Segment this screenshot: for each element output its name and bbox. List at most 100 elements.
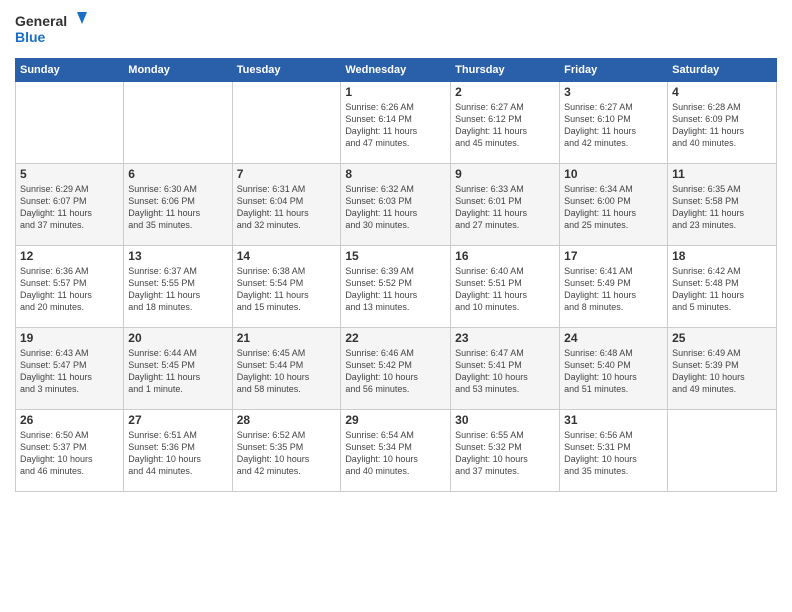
calendar-cell xyxy=(668,410,777,492)
calendar-cell: 31 Sunrise: 6:56 AM Sunset: 5:31 PM Dayli… xyxy=(560,410,668,492)
day-info: Sunrise: 6:55 AM Sunset: 5:32 PM Dayligh… xyxy=(455,429,555,478)
week-row-1: 1Sunrise: 6:26 AM Sunset: 6:14 PM Daylig… xyxy=(16,82,777,164)
day-info: Sunrise: 6:50 AM Sunset: 5:37 PM Dayligh… xyxy=(20,429,119,478)
calendar-cell: 29Sunrise: 6:54 AM Sunset: 5:34 PM Dayli… xyxy=(341,410,451,492)
week-row-4: 19 Sunrise: 6:43 AM Sunset: 5:47 PM Dayli… xyxy=(16,328,777,410)
day-info: Sunrise: 6:36 AM Sunset: 5:57 PM Dayligh… xyxy=(20,265,119,314)
calendar-cell: 1Sunrise: 6:26 AM Sunset: 6:14 PM Daylig… xyxy=(341,82,451,164)
day-info: Sunrise: 6:48 AM Sunset: 5:40 PM Dayligh… xyxy=(564,347,663,396)
day-info: Sunrise: 6:27 AM Sunset: 6:10 PM Dayligh… xyxy=(564,101,663,150)
day-info: Sunrise: 6:34 AM Sunset: 6:00 PM Dayligh… xyxy=(564,183,663,232)
day-number: 9 xyxy=(455,167,555,181)
day-number: 26 xyxy=(20,413,119,427)
calendar-cell: 18 Sunrise: 6:42 AM Sunset: 5:48 PM Dayli… xyxy=(668,246,777,328)
day-number: 3 xyxy=(564,85,663,99)
calendar-cell: 23 Sunrise: 6:47 AM Sunset: 5:41 PM Dayli… xyxy=(451,328,560,410)
day-number: 5 xyxy=(20,167,119,181)
weekday-header-tuesday: Tuesday xyxy=(232,59,341,82)
weekday-header-thursday: Thursday xyxy=(451,59,560,82)
day-info: Sunrise: 6:35 AM Sunset: 5:58 PM Dayligh… xyxy=(672,183,772,232)
day-number: 25 xyxy=(672,331,772,345)
day-info: Sunrise: 6:32 AM Sunset: 6:03 PM Dayligh… xyxy=(345,183,446,232)
calendar-cell: 11Sunrise: 6:35 AM Sunset: 5:58 PM Dayli… xyxy=(668,164,777,246)
calendar-cell: 5 Sunrise: 6:29 AM Sunset: 6:07 PM Daylig… xyxy=(16,164,124,246)
calendar-cell: 6Sunrise: 6:30 AM Sunset: 6:06 PM Daylig… xyxy=(124,164,232,246)
calendar-cell: 27 Sunrise: 6:51 AM Sunset: 5:36 PM Dayli… xyxy=(124,410,232,492)
day-info: Sunrise: 6:45 AM Sunset: 5:44 PM Dayligh… xyxy=(237,347,337,396)
day-info: Sunrise: 6:42 AM Sunset: 5:48 PM Dayligh… xyxy=(672,265,772,314)
day-number: 19 xyxy=(20,331,119,345)
day-info: Sunrise: 6:27 AM Sunset: 6:12 PM Dayligh… xyxy=(455,101,555,150)
calendar-cell: 14 Sunrise: 6:38 AM Sunset: 5:54 PM Dayli… xyxy=(232,246,341,328)
day-number: 4 xyxy=(672,85,772,99)
day-number: 1 xyxy=(345,85,446,99)
calendar-cell: 21 Sunrise: 6:45 AM Sunset: 5:44 PM Dayli… xyxy=(232,328,341,410)
day-number: 21 xyxy=(237,331,337,345)
weekday-header-monday: Monday xyxy=(124,59,232,82)
logo-svg: GeneralBlue xyxy=(15,10,95,50)
day-number: 30 xyxy=(455,413,555,427)
calendar-cell: 16 Sunrise: 6:40 AM Sunset: 5:51 PM Dayli… xyxy=(451,246,560,328)
calendar-cell: 12Sunrise: 6:36 AM Sunset: 5:57 PM Dayli… xyxy=(16,246,124,328)
day-info: Sunrise: 6:47 AM Sunset: 5:41 PM Dayligh… xyxy=(455,347,555,396)
calendar-cell: 3 Sunrise: 6:27 AM Sunset: 6:10 PM Daylig… xyxy=(560,82,668,164)
logo: GeneralBlue xyxy=(15,10,95,50)
day-number: 31 xyxy=(564,413,663,427)
day-info: Sunrise: 6:40 AM Sunset: 5:51 PM Dayligh… xyxy=(455,265,555,314)
day-info: Sunrise: 6:39 AM Sunset: 5:52 PM Dayligh… xyxy=(345,265,446,314)
calendar-table: SundayMondayTuesdayWednesdayThursdayFrid… xyxy=(15,58,777,492)
week-row-2: 5 Sunrise: 6:29 AM Sunset: 6:07 PM Daylig… xyxy=(16,164,777,246)
weekday-header-sunday: Sunday xyxy=(16,59,124,82)
day-number: 15 xyxy=(345,249,446,263)
calendar-cell: 22 Sunrise: 6:46 AM Sunset: 5:42 PM Dayli… xyxy=(341,328,451,410)
day-number: 27 xyxy=(128,413,227,427)
weekday-header-row: SundayMondayTuesdayWednesdayThursdayFrid… xyxy=(16,59,777,82)
day-number: 13 xyxy=(128,249,227,263)
day-info: Sunrise: 6:41 AM Sunset: 5:49 PM Dayligh… xyxy=(564,265,663,314)
calendar-cell: 30 Sunrise: 6:55 AM Sunset: 5:32 PM Dayli… xyxy=(451,410,560,492)
calendar-cell xyxy=(232,82,341,164)
day-number: 28 xyxy=(237,413,337,427)
calendar-cell: 10Sunrise: 6:34 AM Sunset: 6:00 PM Dayli… xyxy=(560,164,668,246)
day-info: Sunrise: 6:31 AM Sunset: 6:04 PM Dayligh… xyxy=(237,183,337,232)
calendar-cell: 7 Sunrise: 6:31 AM Sunset: 6:04 PM Daylig… xyxy=(232,164,341,246)
day-number: 2 xyxy=(455,85,555,99)
day-info: Sunrise: 6:51 AM Sunset: 5:36 PM Dayligh… xyxy=(128,429,227,478)
day-number: 20 xyxy=(128,331,227,345)
calendar-cell: 24 Sunrise: 6:48 AM Sunset: 5:40 PM Dayli… xyxy=(560,328,668,410)
calendar-cell: 9 Sunrise: 6:33 AM Sunset: 6:01 PM Daylig… xyxy=(451,164,560,246)
week-row-3: 12Sunrise: 6:36 AM Sunset: 5:57 PM Dayli… xyxy=(16,246,777,328)
day-number: 22 xyxy=(345,331,446,345)
day-number: 18 xyxy=(672,249,772,263)
calendar-cell: 17 Sunrise: 6:41 AM Sunset: 5:49 PM Dayli… xyxy=(560,246,668,328)
day-info: Sunrise: 6:52 AM Sunset: 5:35 PM Dayligh… xyxy=(237,429,337,478)
calendar-cell: 15 Sunrise: 6:39 AM Sunset: 5:52 PM Dayli… xyxy=(341,246,451,328)
day-number: 14 xyxy=(237,249,337,263)
day-info: Sunrise: 6:38 AM Sunset: 5:54 PM Dayligh… xyxy=(237,265,337,314)
svg-text:Blue: Blue xyxy=(15,29,46,45)
day-info: Sunrise: 6:46 AM Sunset: 5:42 PM Dayligh… xyxy=(345,347,446,396)
day-info: Sunrise: 6:44 AM Sunset: 5:45 PM Dayligh… xyxy=(128,347,227,396)
calendar-cell xyxy=(16,82,124,164)
calendar-cell: 19 Sunrise: 6:43 AM Sunset: 5:47 PM Dayli… xyxy=(16,328,124,410)
day-number: 24 xyxy=(564,331,663,345)
page-container: GeneralBlue SundayMondayTuesdayWednesday… xyxy=(0,0,792,502)
week-row-5: 26 Sunrise: 6:50 AM Sunset: 5:37 PM Dayli… xyxy=(16,410,777,492)
day-number: 7 xyxy=(237,167,337,181)
calendar-cell: 8Sunrise: 6:32 AM Sunset: 6:03 PM Daylig… xyxy=(341,164,451,246)
calendar-cell: 26 Sunrise: 6:50 AM Sunset: 5:37 PM Dayli… xyxy=(16,410,124,492)
day-info: Sunrise: 6:29 AM Sunset: 6:07 PM Dayligh… xyxy=(20,183,119,232)
day-number: 17 xyxy=(564,249,663,263)
day-info: Sunrise: 6:37 AM Sunset: 5:55 PM Dayligh… xyxy=(128,265,227,314)
day-number: 23 xyxy=(455,331,555,345)
day-info: Sunrise: 6:28 AM Sunset: 6:09 PM Dayligh… xyxy=(672,101,772,150)
calendar-cell: 25Sunrise: 6:49 AM Sunset: 5:39 PM Dayli… xyxy=(668,328,777,410)
day-info: Sunrise: 6:33 AM Sunset: 6:01 PM Dayligh… xyxy=(455,183,555,232)
day-number: 16 xyxy=(455,249,555,263)
day-info: Sunrise: 6:54 AM Sunset: 5:34 PM Dayligh… xyxy=(345,429,446,478)
day-info: Sunrise: 6:30 AM Sunset: 6:06 PM Dayligh… xyxy=(128,183,227,232)
calendar-cell: 13 Sunrise: 6:37 AM Sunset: 5:55 PM Dayli… xyxy=(124,246,232,328)
day-info: Sunrise: 6:43 AM Sunset: 5:47 PM Dayligh… xyxy=(20,347,119,396)
weekday-header-friday: Friday xyxy=(560,59,668,82)
day-info: Sunrise: 6:56 AM Sunset: 5:31 PM Dayligh… xyxy=(564,429,663,478)
